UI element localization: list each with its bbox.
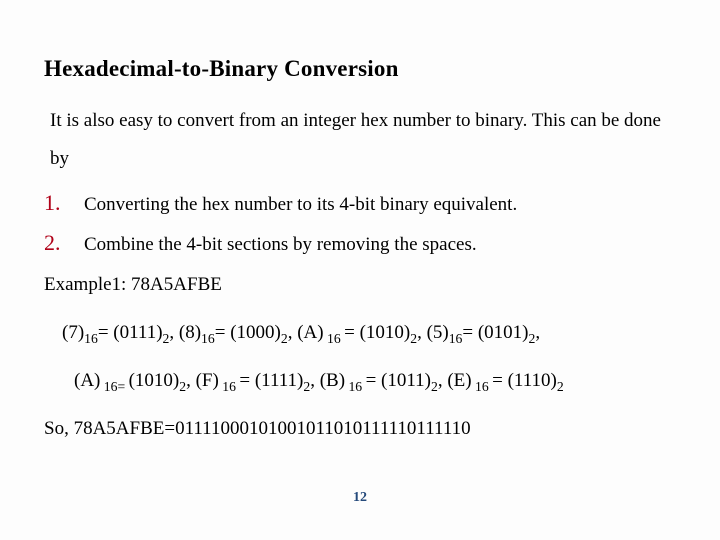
sub-16: 16: [84, 331, 98, 346]
comma: ,: [535, 322, 540, 343]
hex-A: (A): [297, 322, 323, 343]
sub-2: 2: [431, 379, 438, 394]
comma: ,: [310, 370, 320, 391]
steps-list: 1. Converting the hex number to its 4-bi…: [44, 190, 676, 256]
bin-1010: (1010): [360, 322, 411, 343]
hex-8: (8): [179, 322, 201, 343]
example-label: Example1: 78A5AFBE: [44, 274, 676, 296]
bin-1011: (1011): [381, 370, 431, 391]
conversion-line-1: (7)16= (0111)2, (8)16= (1000)2, (A) 16 =…: [62, 322, 676, 344]
bin-1010b: (1010): [129, 370, 180, 391]
list-number-2: 2.: [44, 230, 84, 256]
sub-16: 16: [449, 331, 463, 346]
hex-E: (E): [447, 370, 471, 391]
sub-16sp: 16: [324, 331, 345, 346]
eq: =: [462, 322, 477, 343]
eq: =: [344, 322, 359, 343]
sub-16sp: 16: [219, 379, 240, 394]
eq: =: [98, 322, 113, 343]
slide: Hexadecimal-to-Binary Conversion It is a…: [0, 0, 720, 540]
comma: ,: [417, 322, 427, 343]
comma: ,: [169, 322, 179, 343]
bin-1000: (1000): [230, 322, 281, 343]
eq: =: [366, 370, 381, 391]
sub-2: 2: [281, 331, 288, 346]
sub-16: 16: [201, 331, 215, 346]
bin-0111: (0111): [113, 322, 162, 343]
page-number: 12: [0, 490, 720, 506]
comma: ,: [288, 322, 298, 343]
list-number-1: 1.: [44, 190, 84, 216]
eq: =: [239, 370, 254, 391]
intro-text: It is also easy to convert from an integ…: [50, 102, 676, 178]
hex-F: (F): [196, 370, 219, 391]
list-text-2: Combine the 4-bit sections by removing t…: [84, 234, 477, 256]
list-item: 1. Converting the hex number to its 4-bi…: [44, 190, 676, 216]
hex-A2: (A): [74, 370, 100, 391]
bin-0101: (0101): [478, 322, 529, 343]
hex-B: (B): [320, 370, 345, 391]
sub-16sp: 16: [345, 379, 366, 394]
sub-2: 2: [557, 379, 564, 394]
hex-5: (5): [427, 322, 449, 343]
eq: =: [492, 370, 507, 391]
eq: =: [215, 322, 230, 343]
conversion-line-2: (A) 16= (1010)2, (F) 16 = (1111)2, (B) 1…: [74, 370, 676, 392]
result-line: So, 78A5AFBE=011110001010010110101111101…: [44, 418, 676, 440]
list-text-1: Converting the hex number to its 4-bit b…: [84, 194, 517, 216]
bin-1110: (1110): [508, 370, 557, 391]
sub-16eq: 16=: [100, 379, 128, 394]
sub-16sp: 16: [472, 379, 493, 394]
page-title: Hexadecimal-to-Binary Conversion: [44, 56, 676, 82]
hex-7: (7): [62, 322, 84, 343]
list-item: 2. Combine the 4-bit sections by removin…: [44, 230, 676, 256]
comma: ,: [438, 370, 448, 391]
bin-1111: (1111): [255, 370, 304, 391]
comma: ,: [186, 370, 196, 391]
